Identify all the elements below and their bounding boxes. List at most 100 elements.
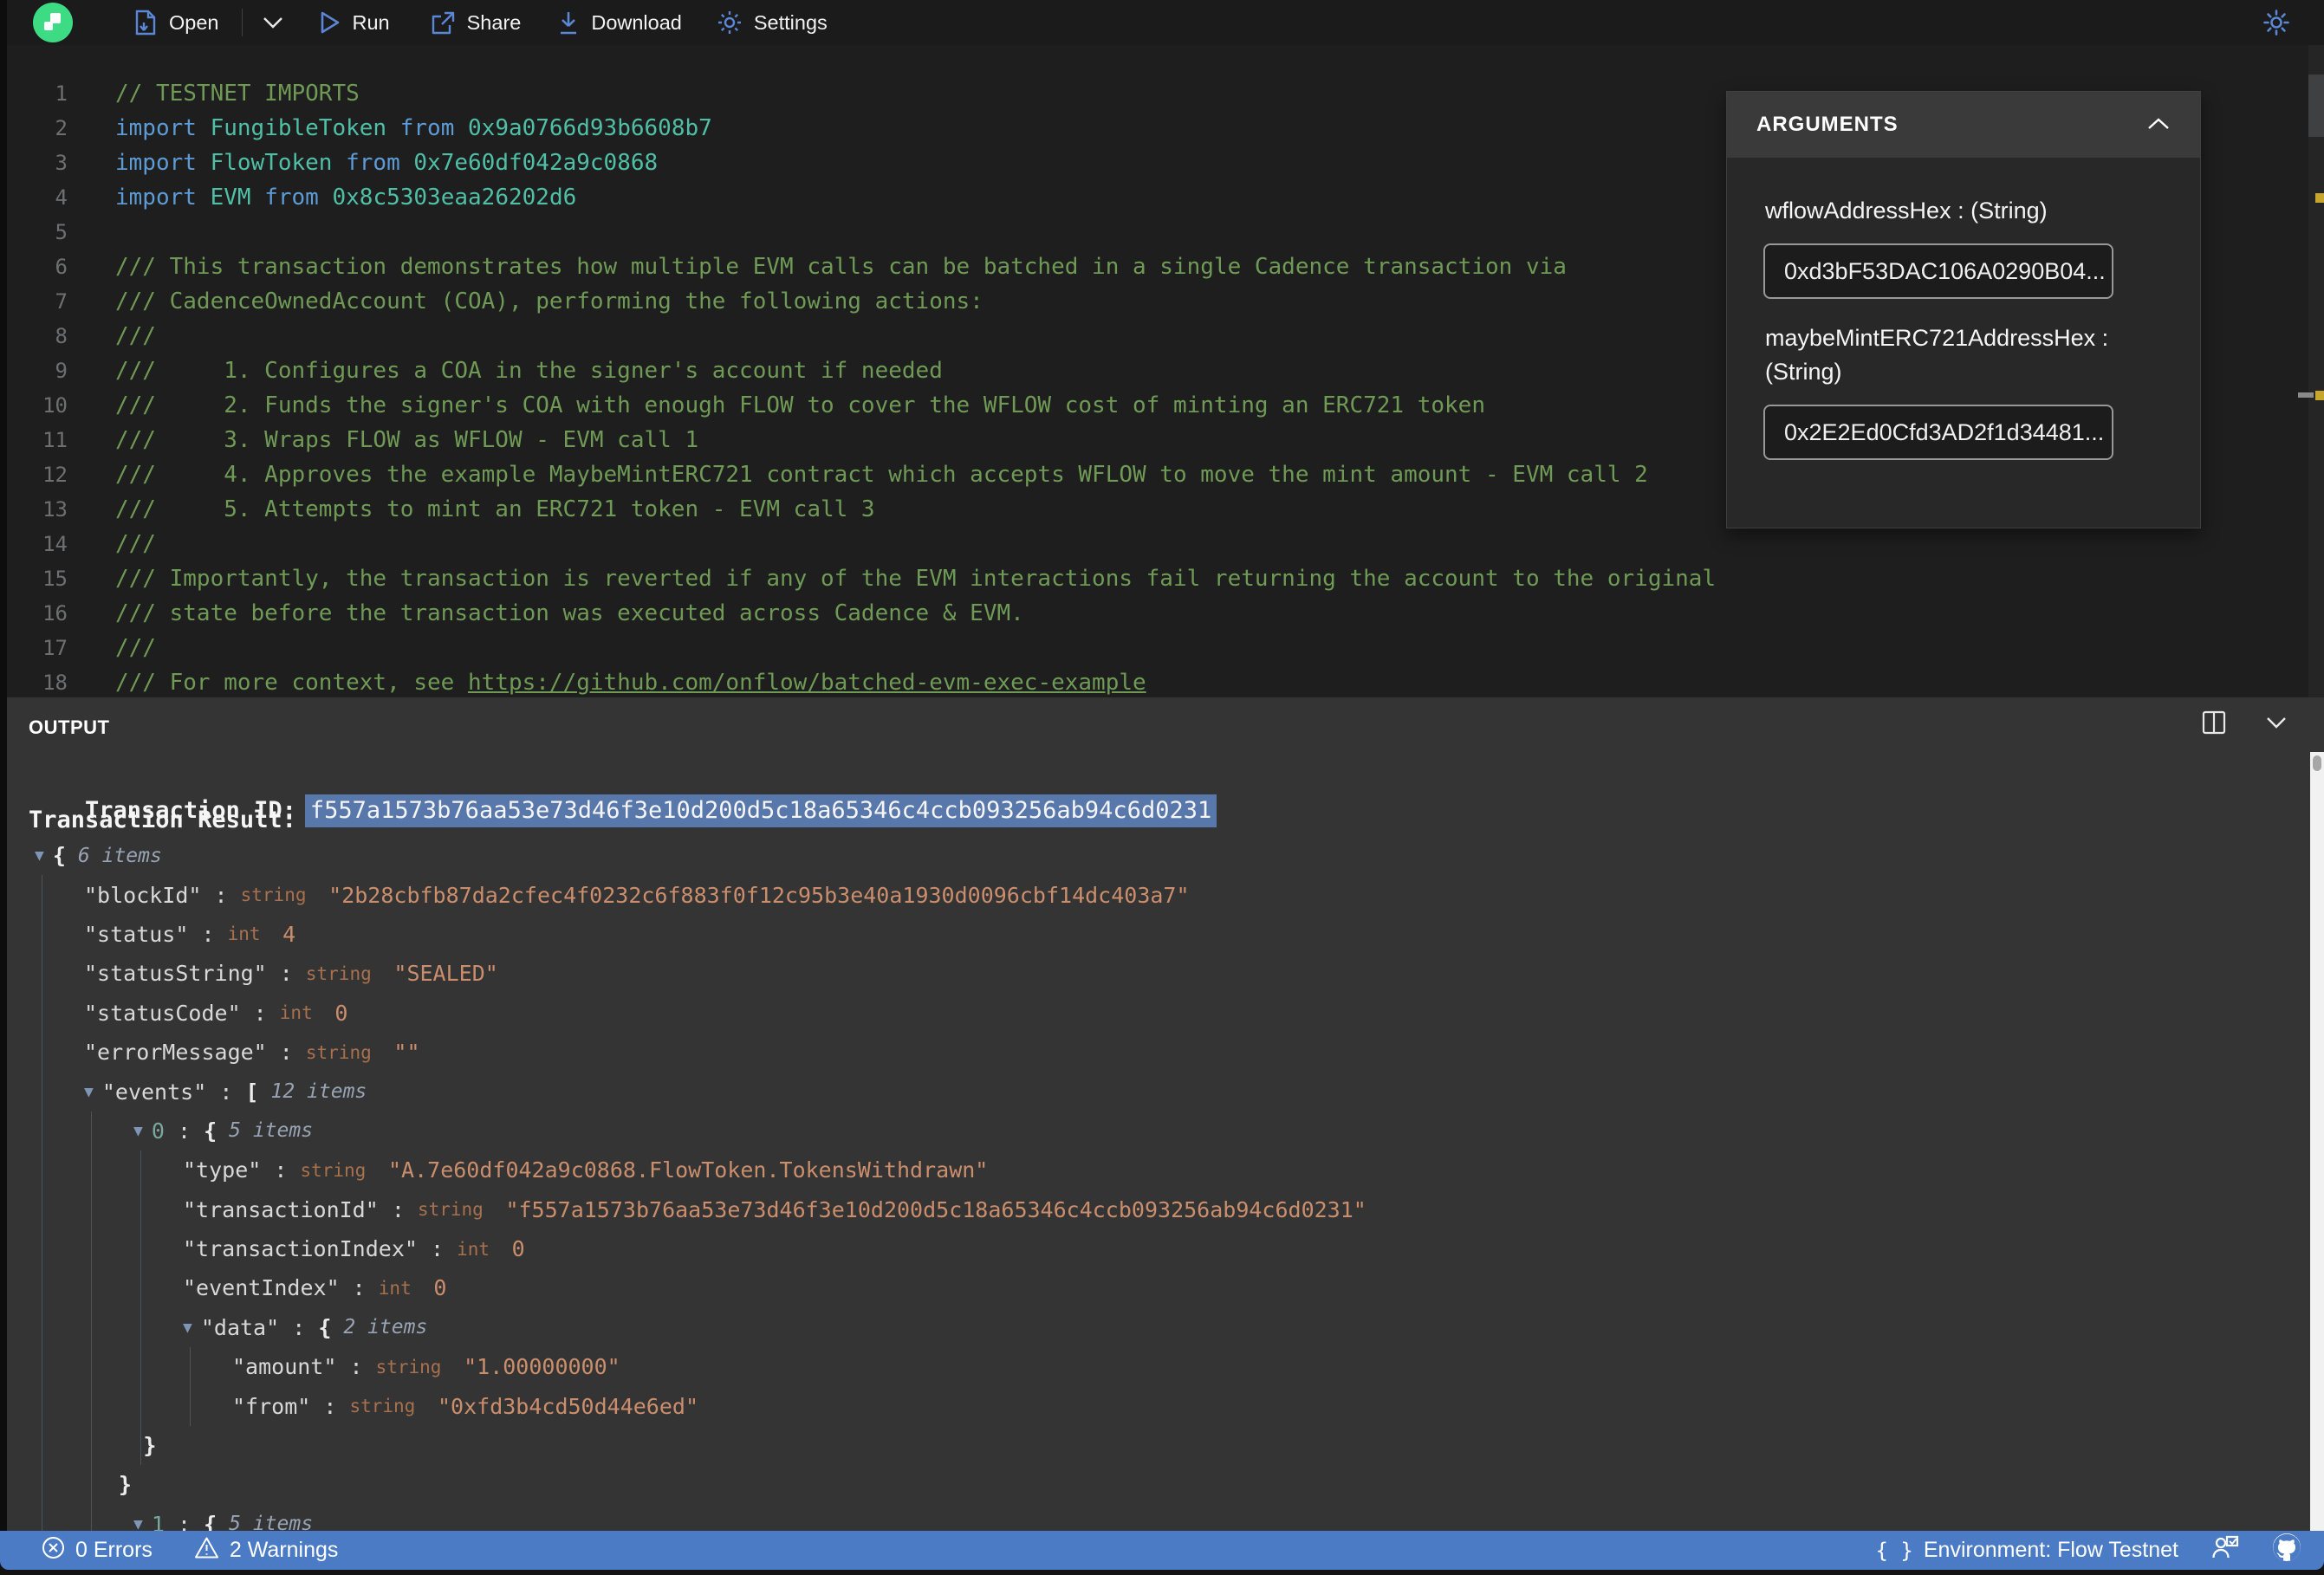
toolbar-divider xyxy=(241,9,243,36)
json-open-brace: { xyxy=(204,1511,217,1531)
chevron-up-icon[interactable] xyxy=(2146,113,2171,137)
open-dropdown-chevron[interactable] xyxy=(262,16,284,29)
share-button[interactable]: Share xyxy=(430,10,521,36)
indent-guide xyxy=(91,1425,92,1466)
json-items-count: 2 items xyxy=(343,1316,428,1339)
warning-marker xyxy=(2315,193,2324,203)
settings-label: Settings xyxy=(753,10,828,34)
code-token: FungibleToken xyxy=(210,115,400,141)
expander-triangle-icon[interactable]: ▼ xyxy=(133,1122,143,1140)
code-link[interactable]: https://github.com/onflow/batched-evm-ex… xyxy=(468,670,1146,696)
code-token: /// 3. Wraps FLOW as WFLOW - EVM call 1 xyxy=(115,427,699,453)
line-number: 13 xyxy=(42,497,68,522)
line-number: 15 xyxy=(42,567,68,591)
download-label: Download xyxy=(591,10,682,34)
code-token: /// xyxy=(115,323,156,349)
output-scrollbar[interactable] xyxy=(2310,752,2324,1531)
code-token: from xyxy=(346,150,414,176)
code-line: 14 /// xyxy=(0,527,2307,561)
indent-guide xyxy=(140,1228,141,1269)
indent-guide xyxy=(91,1189,92,1229)
indent-guide xyxy=(190,1347,191,1387)
arguments-panel-header[interactable]: ARGUMENTS xyxy=(1727,92,2200,158)
output-panel: OUTPUT Transaction ID: f557a1573b76aa53e7… xyxy=(0,697,2324,1531)
split-view-icon[interactable] xyxy=(2201,710,2227,736)
indent-guide xyxy=(91,1504,92,1531)
json-type-label: int xyxy=(457,1238,501,1260)
download-button[interactable]: Download xyxy=(557,10,682,36)
code-line: 16 /// state before the transaction was e… xyxy=(0,596,2307,631)
argument-input[interactable]: 0x2E2Ed0Cfd3AD2f1d34481... xyxy=(1763,405,2113,461)
transaction-id-value[interactable]: f557a1573b76aa53e73d46f3e10d200d5c18a653… xyxy=(304,794,1217,827)
indent-guide xyxy=(91,1111,92,1151)
editor-overview-ruler[interactable] xyxy=(2298,45,2324,697)
code-token: /// Importantly, the transaction is reve… xyxy=(115,566,1717,592)
json-row: "transactionIndex" : int 0 xyxy=(0,1228,2307,1269)
arguments-title: ARGUMENTS xyxy=(1756,113,1899,136)
expander-triangle-icon[interactable]: ▼ xyxy=(84,1083,94,1101)
json-value: "A.7e60df042a9c0868.FlowToken.TokensWith… xyxy=(387,1157,989,1183)
code-token: /// state before the transaction was exe… xyxy=(115,600,1024,626)
line-number: 7 xyxy=(55,289,68,314)
code-token: /// 4. Approves the example MaybeMintERC… xyxy=(115,462,1648,488)
expander-triangle-icon[interactable]: ▼ xyxy=(133,1515,143,1531)
environment-label: Environment: Flow Testnet xyxy=(1923,1538,2178,1562)
expander-triangle-icon[interactable]: ▼ xyxy=(35,846,44,865)
editor-scrollbar-thumb[interactable] xyxy=(2308,75,2324,137)
json-value: "0xfd3b4cd50d44e6ed" xyxy=(437,1393,699,1419)
errors-status[interactable]: 0 Errors xyxy=(42,1536,153,1565)
json-items-count: 5 items xyxy=(229,1513,314,1531)
json-type-label: int xyxy=(378,1277,423,1299)
theme-toggle-button[interactable] xyxy=(2263,10,2289,40)
run-button[interactable]: Run xyxy=(319,10,390,35)
json-row: "amount" : string "1.00000000" xyxy=(0,1347,2307,1387)
line-number: 3 xyxy=(55,151,68,175)
json-type-label: string xyxy=(417,1199,495,1221)
indent-guide xyxy=(140,1307,141,1348)
code-token: import xyxy=(115,185,211,211)
code-token: /// For more context, see xyxy=(115,670,468,696)
argument-input[interactable]: 0xd3bF53DAC106A0290B04... xyxy=(1763,243,2113,300)
feedback-button[interactable] xyxy=(2211,1535,2239,1565)
github-link[interactable] xyxy=(2272,1533,2301,1568)
code-token: /// 1. Configures a COA in the signer's … xyxy=(115,358,943,384)
json-value: 0 xyxy=(433,1275,447,1301)
json-key: "data" xyxy=(200,1314,280,1340)
line-number: 12 xyxy=(42,463,68,487)
json-value: "f557a1573b76aa53e73d46f3e10d200d5c18a65… xyxy=(505,1196,1366,1222)
top-toolbar: Open Run Share Download Settings xyxy=(0,0,2324,45)
expander-triangle-icon[interactable]: ▼ xyxy=(183,1319,192,1337)
line-number: 14 xyxy=(42,532,68,556)
collapse-output-chevron-icon[interactable] xyxy=(2265,716,2288,729)
json-key: "events" xyxy=(101,1079,207,1105)
open-button[interactable]: Open xyxy=(133,10,219,36)
share-icon xyxy=(430,10,456,36)
warnings-status[interactable]: 2 Warnings xyxy=(194,1536,338,1565)
flow-logo[interactable] xyxy=(33,3,73,42)
settings-button[interactable]: Settings xyxy=(717,10,828,36)
cursor-marker xyxy=(2298,392,2314,398)
braces-icon: { } xyxy=(1875,1538,1913,1563)
code-token: 0x8c5303eaa26202d6 xyxy=(332,185,577,211)
environment-status[interactable]: { } Environment: Flow Testnet xyxy=(1876,1538,2178,1563)
json-colon: : xyxy=(240,1000,280,1026)
output-scrollbar-thumb[interactable] xyxy=(2313,755,2321,771)
code-token: import xyxy=(115,150,211,176)
json-key: "transactionId" xyxy=(183,1196,379,1222)
line-number: 11 xyxy=(42,428,68,452)
feedback-person-icon xyxy=(2211,1535,2239,1565)
indent-guide xyxy=(91,1268,92,1308)
json-row: "eventIndex" : int 0 xyxy=(0,1268,2307,1308)
json-type-label: string xyxy=(300,1159,377,1181)
json-row: "from" : string "0xfd3b4cd50d44e6ed" xyxy=(0,1386,2307,1426)
code-line: 15 /// Importantly, the transaction is re… xyxy=(0,561,2307,596)
line-number: 9 xyxy=(55,359,68,383)
json-value: "SEALED" xyxy=(393,961,498,987)
json-key: "from" xyxy=(232,1393,311,1419)
chevron-down-icon xyxy=(262,16,284,29)
indent-guide xyxy=(140,1150,141,1190)
code-token: from xyxy=(399,115,469,141)
json-key: 0 xyxy=(151,1118,165,1144)
code-token: 0x9a0766d93b6608b7 xyxy=(468,115,712,141)
json-type-label: string xyxy=(305,962,383,984)
